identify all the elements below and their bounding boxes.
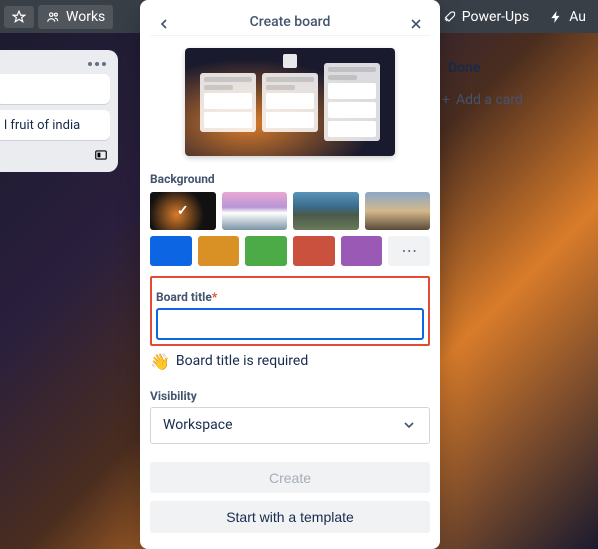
board-title-label: Board title* [156, 290, 424, 304]
chevron-left-icon [156, 16, 172, 32]
more-backgrounds-button[interactable]: ⋯ [388, 236, 430, 266]
template-button[interactable] [0, 146, 110, 164]
create-button[interactable]: Create [150, 462, 430, 494]
bg-color-swatch[interactable] [245, 236, 287, 266]
template-icon [94, 148, 108, 162]
close-button[interactable] [402, 10, 430, 38]
start-template-button[interactable]: Start with a template [150, 501, 430, 533]
star-icon [12, 10, 26, 24]
bg-image-option[interactable] [293, 192, 359, 230]
visibility-value: Workspace [163, 417, 233, 433]
add-card-label: Add a card [456, 92, 523, 108]
visibility-select[interactable]: Workspace [150, 407, 430, 444]
bg-color-swatch[interactable] [150, 236, 192, 266]
plus-icon: + [442, 92, 450, 108]
list-card[interactable] [0, 74, 110, 104]
modal-title: Create board [250, 14, 331, 30]
board-title-input[interactable] [156, 308, 424, 340]
bg-color-swatch[interactable] [341, 236, 383, 266]
visibility-label: Visibility [150, 389, 430, 403]
rocket-icon [442, 10, 456, 24]
bg-image-option[interactable] [222, 192, 288, 230]
background-list: l fruit of india [0, 50, 118, 172]
add-card-button[interactable]: + Add a card [428, 86, 588, 114]
create-board-modal: Create board Background ⋯ Board title* 👋… [140, 0, 440, 549]
workspace-button[interactable]: Works [38, 5, 113, 29]
required-message: 👋 Board title is required [150, 352, 430, 371]
close-icon [408, 16, 424, 32]
automation-button[interactable]: Au [541, 5, 594, 29]
chevron-down-icon [401, 417, 417, 433]
board-preview [185, 48, 395, 156]
list-menu-icon[interactable] [0, 58, 110, 74]
bg-image-option[interactable] [150, 192, 216, 230]
column-title: Done [428, 54, 588, 86]
title-field-highlight: Board title* [150, 276, 430, 346]
powerups-label: Power-Ups [462, 9, 529, 25]
workspace-label: Works [66, 9, 105, 25]
bg-color-swatch[interactable] [293, 236, 335, 266]
wave-icon: 👋 [150, 352, 170, 371]
people-icon [46, 10, 60, 24]
background-label: Background [150, 172, 430, 186]
done-column: Done + Add a card [428, 54, 588, 114]
bg-color-swatch[interactable] [198, 236, 240, 266]
back-button[interactable] [150, 10, 178, 38]
bg-image-option[interactable] [365, 192, 431, 230]
list-card[interactable]: l fruit of india [0, 110, 110, 140]
bolt-icon [549, 10, 563, 24]
star-button[interactable] [4, 6, 34, 28]
automation-label: Au [569, 9, 586, 25]
powerups-button[interactable]: Power-Ups [434, 5, 537, 29]
